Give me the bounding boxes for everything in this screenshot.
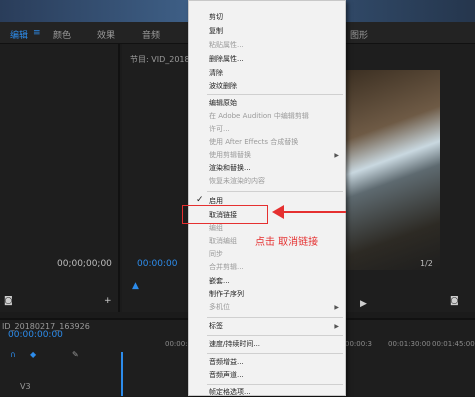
annotation-arrow-line [282,211,346,213]
play-icon[interactable]: ▶ [360,299,367,309]
tab-edit[interactable]: 编辑 [10,28,28,41]
ruler-tick: 00:01:45:00 [432,340,475,348]
unlink-highlight-box [182,205,268,224]
playhead[interactable] [121,352,123,396]
program-timecode[interactable]: 00:00:00 [137,259,177,269]
camera-icon[interactable]: ◙ [450,296,459,306]
submenu-arrow-icon: ▶ [334,323,339,330]
menu-item-make-subsequence[interactable]: 制作子序列 [209,290,244,299]
source-monitor [0,44,120,312]
menu-divider [207,191,343,192]
menu-item-label[interactable]: 标签 [209,322,223,331]
menu-item-license[interactable]: 许可... [209,125,230,134]
menu-item-speed-duration[interactable]: 速度/持续时间... [209,340,260,349]
submenu-arrow-icon: ▶ [334,152,339,159]
menu-item-audio-gain[interactable]: 音频增益... [209,358,244,367]
menu-item-cut[interactable]: 剪切 [209,13,223,22]
menu-item-edit-original[interactable]: 编辑原始 [209,99,237,108]
menu-item-nest[interactable]: 嵌套... [209,277,230,286]
menu-divider [207,317,343,318]
track-v3-label: V3 [20,382,31,391]
menu-item-audio-channels[interactable]: 音频声道... [209,371,244,380]
export-frame-icon[interactable]: ◙ [4,296,13,306]
annotation-text: 点击 取消链接 [255,237,319,248]
menu-item-copy[interactable]: 复制 [209,27,223,36]
ruler-tick: 00:00:3 [345,340,372,348]
menu-item-ungroup[interactable]: 取消编组 [209,237,237,246]
context-menu: 剪切 复制 粘贴属性... 删除属性... 清除 波纹删除 编辑原始 在 Ado… [188,0,346,396]
menu-item-multi-camera[interactable]: 多机位 [209,303,230,312]
menu-item-paste-attributes[interactable]: 粘贴属性... [209,41,244,50]
tab-effects[interactable]: 效果 [97,28,115,41]
hamburger-icon[interactable]: ≡ [33,28,41,38]
menu-item-replace-with-clip[interactable]: 使用剪辑替换 [209,151,251,160]
tab-color[interactable]: 颜色 [53,28,71,41]
checkmark-icon: ✓ [196,195,204,205]
ruler-tick: 00:01:30:00 [388,340,431,348]
zoom-select[interactable]: 1/2 [420,259,433,268]
menu-divider [207,353,343,354]
menu-item-remove-attributes[interactable]: 删除属性... [209,55,244,64]
menu-item-clear[interactable]: 清除 [209,69,223,78]
menu-item-merge-clips[interactable]: 合并剪辑... [209,263,244,272]
menu-item-ripple-delete[interactable]: 波纹删除 [209,82,237,91]
linked-selection-icon[interactable]: ◆ [30,350,36,359]
snap-icon[interactable]: ∩ [10,350,16,359]
menu-item-restore-unrendered[interactable]: 恢复未渲染的内容 [209,177,265,186]
tab-graphics[interactable]: 图形 [350,28,368,41]
menu-item-synchronize[interactable]: 同步 [209,250,223,259]
playhead-marker-icon[interactable]: ▲ [132,281,139,291]
menu-divider [207,94,343,95]
wrench-icon[interactable]: ✎ [72,350,79,359]
menu-item-replace-with-ae[interactable]: 使用 After Effects 合成替换 [209,138,298,147]
timeline-timecode[interactable]: 00:00:00:00 [8,330,63,340]
menu-item-render-and-replace[interactable]: 渲染和替换... [209,164,251,173]
menu-item-edit-in-audition[interactable]: 在 Adobe Audition 中编辑剪辑 [209,112,309,121]
video-frame [345,70,440,270]
menu-divider [207,335,343,336]
add-button-icon[interactable]: + [104,296,112,306]
menu-item-group[interactable]: 编组 [209,224,223,233]
source-timecode: 00;00;00;00 [57,259,112,269]
tab-audio[interactable]: 音频 [142,28,160,41]
submenu-arrow-icon: ▶ [334,304,339,311]
menu-divider [207,384,343,385]
